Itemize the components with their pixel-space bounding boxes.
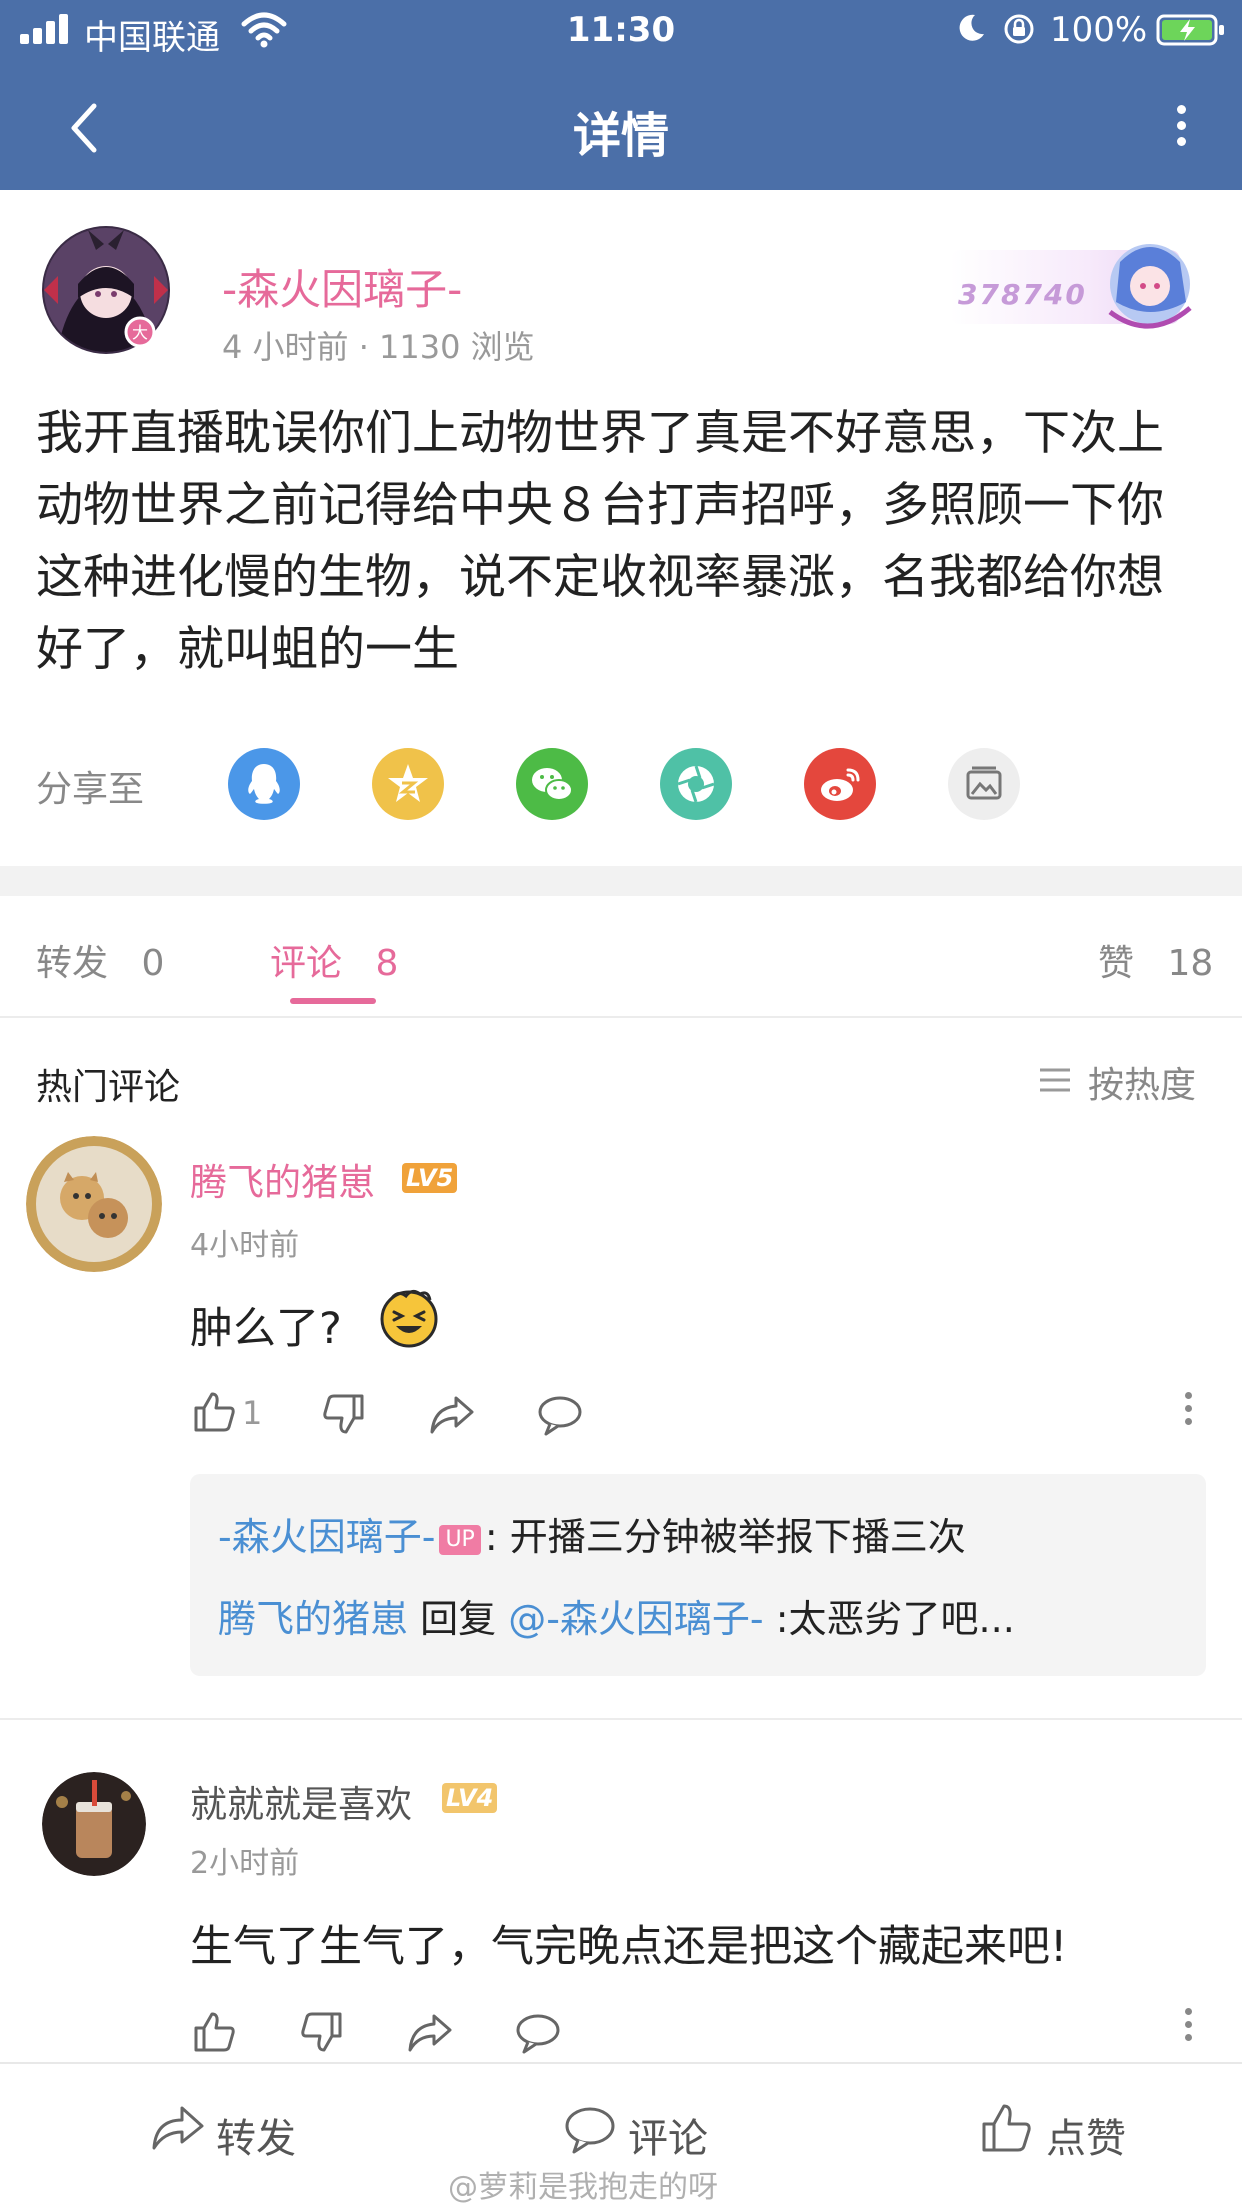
moments-icon[interactable]: [660, 748, 732, 820]
comment-text: 肿么了?: [190, 1304, 342, 1354]
tab-comments[interactable]: 评论 8: [270, 934, 398, 986]
commenter-name[interactable]: 腾飞的猪崽: [190, 1152, 375, 1206]
tabs-divider: [0, 1016, 1242, 1018]
like-icon[interactable]: [190, 2008, 238, 2056]
author-avatar[interactable]: 大: [36, 220, 176, 360]
reply-icon[interactable]: [514, 2008, 562, 2056]
dislike-icon[interactable]: [320, 1390, 368, 1438]
comment-time: 4小时前: [190, 1228, 300, 1263]
reply-icon[interactable]: [536, 1390, 584, 1438]
author-name[interactable]: -森火因璃子-: [222, 256, 462, 317]
top-bar: 中国联通 11:30 100% 详情: [0, 0, 1242, 190]
reply-mention[interactable]: @-森火因璃子-: [508, 1597, 763, 1641]
share-icon[interactable]: [406, 2008, 454, 2056]
sort-icon[interactable]: [1038, 1066, 1072, 1094]
laughing-emoji-icon: [380, 1289, 438, 1348]
tab-repost-count: 0: [141, 943, 165, 984]
reply-item: -森火因璃子- UP: 开播三分钟被举报下播三次: [218, 1506, 966, 1561]
battery-charging-icon: [1156, 14, 1224, 46]
repost-button[interactable]: 转发: [216, 2106, 296, 2164]
dislike-icon[interactable]: [298, 2008, 346, 2056]
more-menu-icon[interactable]: [1166, 100, 1196, 150]
page-title: 详情: [572, 108, 669, 164]
reply-author[interactable]: 腾飞的猪崽: [218, 1597, 408, 1641]
comment-button[interactable]: 评论: [628, 2106, 708, 2164]
tab-likes-count: 18: [1167, 943, 1214, 984]
moon-icon: [959, 14, 984, 41]
status-bar: 中国联通 11:30 100%: [0, 0, 1242, 62]
post-body: 我开直播耽误你们上动物世界了真是不好意思，下次上动物世界之前记得给中央８台打声招…: [36, 406, 1164, 677]
comment-more-icon[interactable]: [1178, 1388, 1198, 1438]
commenter-avatar[interactable]: [26, 1136, 162, 1272]
tab-comments-label: 评论: [270, 943, 343, 984]
comment-text: 生气了生气了，气完晚点还是把这个藏起来吧!: [190, 1922, 1068, 1972]
like-icon[interactable]: [190, 1388, 238, 1436]
share-label: 分享至: [36, 769, 145, 810]
tab-repost[interactable]: 转发 0: [36, 934, 164, 986]
commenter-avatar[interactable]: [42, 1772, 146, 1876]
share-icon[interactable]: [428, 1390, 476, 1438]
tab-likes-label: 赞: [1098, 943, 1135, 984]
hot-comments-title: 热门评论: [36, 1067, 181, 1108]
commenter-name[interactable]: 就就就是喜欢: [190, 1774, 412, 1828]
repost-icon[interactable]: [150, 2100, 206, 2156]
reply-text: : 开播三分钟被举报下播三次: [484, 1515, 966, 1559]
comment-divider: [0, 1718, 1242, 1720]
tab-comments-count: 8: [375, 943, 399, 984]
like-count: 1: [242, 1394, 263, 1432]
tab-likes[interactable]: 赞 18: [1098, 934, 1213, 986]
comment-more-icon[interactable]: [1178, 2004, 1198, 2054]
qzone-icon[interactable]: [372, 748, 444, 820]
like-button[interactable]: 点赞: [1046, 2106, 1126, 2164]
wechat-icon[interactable]: [516, 748, 588, 820]
qq-icon[interactable]: [228, 748, 300, 820]
sort-button[interactable]: 按热度: [1088, 1056, 1196, 1108]
rotation-lock-icon: [1004, 14, 1034, 44]
section-divider: [0, 866, 1242, 896]
image-save-icon[interactable]: [948, 748, 1020, 820]
reply-author[interactable]: -森火因璃子-: [218, 1515, 435, 1559]
up-tag: UP: [439, 1524, 481, 1555]
reply-item: 腾飞的猪崽 回复 @-森火因璃子- :太恶劣了吧...: [218, 1588, 1015, 1643]
svg-text:大: 大: [132, 323, 148, 342]
reply-thread[interactable]: -森火因璃子- UP: 开播三分钟被举报下播三次 腾飞的猪崽 回复 @-森火因璃子…: [190, 1474, 1206, 1676]
level-badge: LV5: [402, 1163, 458, 1193]
weibo-icon[interactable]: [804, 748, 876, 820]
level-badge: LV4: [442, 1783, 498, 1813]
battery-percent: 100%: [1050, 10, 1148, 50]
reply-text: :太恶劣了吧...: [775, 1597, 1015, 1641]
comment-icon[interactable]: [562, 2100, 618, 2156]
watermark: @萝莉是我抱走的呀: [448, 2170, 718, 2205]
thumbs-up-icon[interactable]: [978, 2100, 1034, 2156]
tab-repost-label: 转发: [36, 943, 109, 984]
active-tab-indicator: [290, 998, 376, 1004]
reply-verb: 回复: [420, 1597, 497, 1641]
comment-time: 2小时前: [190, 1846, 300, 1881]
fan-badge-number: 378740: [958, 278, 1087, 311]
post-meta: 4 小时前 · 1130 浏览: [222, 328, 535, 366]
